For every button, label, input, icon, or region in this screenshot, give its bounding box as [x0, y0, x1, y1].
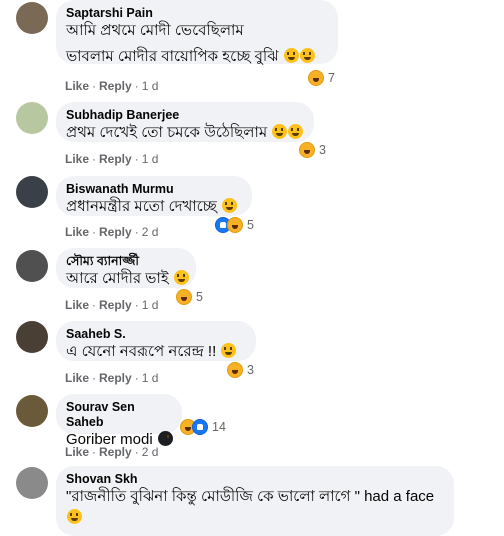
- comment-text-line: "রাজনীতি বুঝিনা কিন্তু মোডীজি কে ভালো লা…: [66, 487, 444, 507]
- comment-time[interactable]: 2 d: [142, 225, 159, 239]
- grimacing-emoji-icon: [222, 198, 238, 213]
- comment-actions: Like · Reply · 1 d: [65, 298, 158, 312]
- comment-text: আরে মোদীর ভাই: [66, 270, 169, 287]
- comment-author[interactable]: Saaheb S.: [66, 327, 246, 342]
- comment-actions: Like · Reply · 1 d: [65, 79, 158, 93]
- reaction-summary[interactable]: 7: [307, 69, 338, 87]
- separator: ·: [92, 152, 97, 166]
- comment-bubble: Saaheb S. এ যেনো নবরূপে নরেন্দ্র !!: [56, 321, 256, 361]
- comment-text: আমি প্রথমে মোদী ভেবেছিলাম: [66, 22, 244, 39]
- separator: ·: [134, 445, 139, 459]
- comment-author[interactable]: Saptarshi Pain: [66, 6, 328, 21]
- laughing-emoji-icon: [221, 343, 237, 358]
- reaction-count: 14: [212, 420, 226, 434]
- separator: ·: [134, 152, 139, 166]
- comment-text-line: আমি প্রথমে মোদী ভেবেছিলাম: [66, 21, 328, 41]
- haha-icon: [299, 142, 315, 158]
- reaction-count: 3: [247, 363, 254, 377]
- separator: ·: [92, 445, 97, 459]
- comment-text-line: আরে মোদীর ভাই: [66, 269, 189, 289]
- comment-bubble: Sourav Sen Saheb Goriber modi: [56, 394, 182, 448]
- grinning-emoji-icon: [272, 124, 288, 139]
- comment-time[interactable]: 1 d: [142, 152, 159, 166]
- separator: ·: [134, 225, 139, 239]
- reply-link[interactable]: Reply: [99, 445, 132, 459]
- avatar[interactable]: [16, 467, 48, 499]
- separator: ·: [134, 371, 139, 385]
- like-link[interactable]: Like: [65, 225, 89, 239]
- reaction-summary[interactable]: 5: [214, 216, 257, 234]
- haha-icon: [227, 362, 243, 378]
- grinning-emoji-icon: [299, 48, 315, 63]
- reply-link[interactable]: Reply: [99, 225, 132, 239]
- grinning-emoji-icon: [283, 48, 299, 63]
- haha-icon: [308, 70, 324, 86]
- comment-time[interactable]: 1 d: [142, 298, 159, 312]
- avatar[interactable]: [16, 176, 48, 208]
- reaction-summary[interactable]: 14: [179, 418, 229, 436]
- black-circle-icon: [157, 431, 173, 446]
- separator: ·: [92, 225, 97, 239]
- comment-bubble: Shovan Skh "রাজনীতি বুঝিনা কিন্তু মোডীজি…: [56, 466, 454, 536]
- comment-author[interactable]: Shovan Skh: [66, 472, 444, 487]
- comment-text-line: [66, 508, 444, 528]
- avatar[interactable]: [16, 102, 48, 134]
- comment-text: "রাজনীতি বুঝিনা কিন্তু মোডীজি কে ভালো লা…: [66, 488, 435, 505]
- comment-time[interactable]: 2 d: [142, 445, 159, 459]
- separator: ·: [134, 298, 139, 312]
- comment-author[interactable]: সৌম্য ব্যানার্জ্জী: [66, 254, 186, 269]
- comment-text: প্রধানমন্ত্রীর মতো দেখাচ্ছে: [66, 198, 217, 215]
- like-link[interactable]: Like: [65, 152, 89, 166]
- reaction-count: 5: [196, 290, 203, 304]
- haha-icon: [176, 289, 192, 305]
- reaction-summary[interactable]: 5: [175, 288, 206, 306]
- comment-text: প্রথম দেখেই তো চমকে উঠেছিলাম: [66, 124, 268, 141]
- reply-link[interactable]: Reply: [99, 152, 132, 166]
- laughing-emoji-icon: [173, 270, 189, 285]
- reaction-count: 7: [328, 71, 335, 85]
- avatar[interactable]: [16, 395, 48, 427]
- comment-text-line: ভাবলাম মোদীর বায়োপিক হচ্ছে বুঝি: [66, 47, 328, 67]
- comment-actions: Like · Reply · 1 d: [65, 371, 158, 385]
- comment-author[interactable]: Sourav Sen Saheb: [66, 400, 172, 430]
- separator: ·: [134, 79, 139, 93]
- reply-link[interactable]: Reply: [99, 298, 132, 312]
- avatar[interactable]: [16, 321, 48, 353]
- comment-actions: Like · Reply · 2 d: [65, 225, 158, 239]
- comment-time[interactable]: 1 d: [142, 79, 159, 93]
- astonished-emoji-icon: [288, 124, 304, 139]
- comment-text-line: প্রথম দেখেই তো চমকে উঠেছিলাম: [66, 123, 304, 143]
- comment-text: ভাবলাম মোদীর বায়োপিক হচ্ছে বুঝি: [66, 48, 279, 65]
- separator: ·: [92, 371, 97, 385]
- avatar[interactable]: [16, 2, 48, 34]
- comment-actions: Like · Reply · 1 d: [65, 152, 158, 166]
- comment-time[interactable]: 1 d: [142, 371, 159, 385]
- haha-icon: [227, 217, 243, 233]
- reaction-summary[interactable]: 3: [298, 141, 329, 159]
- comment-text-line: প্রধানমন্ত্রীর মতো দেখাচ্ছে: [66, 197, 242, 217]
- comment-bubble: সৌম্য ব্যানার্জ্জী আরে মোদীর ভাই: [56, 248, 196, 288]
- like-link[interactable]: Like: [65, 79, 89, 93]
- comment-bubble: Saptarshi Pain আমি প্রথমে মোদী ভেবেছিলাম…: [56, 0, 338, 67]
- separator: ·: [92, 79, 97, 93]
- reply-link[interactable]: Reply: [99, 79, 132, 93]
- comment-text: এ যেনো নবরূপে নরেন্দ্র !!: [66, 343, 217, 360]
- like-icon: [192, 419, 208, 435]
- smiling-emoji-icon: [67, 509, 82, 524]
- like-link[interactable]: Like: [65, 445, 89, 459]
- reaction-count: 3: [319, 143, 326, 157]
- like-link[interactable]: Like: [65, 298, 89, 312]
- comment-actions: Like · Reply · 2 d: [65, 445, 158, 459]
- comment-text-line: এ যেনো নবরূপে নরেন্দ্র !!: [66, 342, 246, 362]
- separator: ·: [92, 298, 97, 312]
- comment-bubble: Biswanath Murmu প্রধানমন্ত্রীর মতো দেখাচ…: [56, 176, 252, 216]
- like-link[interactable]: Like: [65, 371, 89, 385]
- reply-link[interactable]: Reply: [99, 371, 132, 385]
- reaction-count: 5: [247, 218, 254, 232]
- comment-author[interactable]: Biswanath Murmu: [66, 182, 242, 197]
- avatar[interactable]: [16, 250, 48, 282]
- comment-bubble: Subhadip Banerjee প্রথম দেখেই তো চমকে উঠ…: [56, 102, 314, 142]
- reaction-summary[interactable]: 3: [226, 361, 257, 379]
- comment-author[interactable]: Subhadip Banerjee: [66, 108, 304, 123]
